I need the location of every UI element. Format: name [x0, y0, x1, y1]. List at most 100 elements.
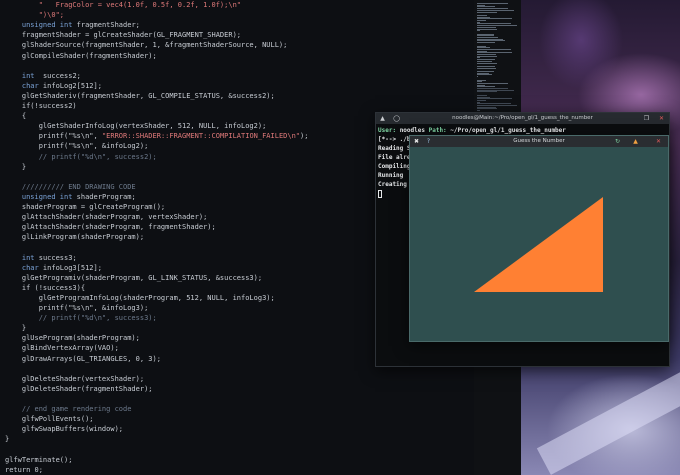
path-value: ~/Pro/open_gl/1_guess_the_number	[450, 127, 566, 134]
code-token: printf("%s\n", &infoLog3);	[5, 304, 149, 312]
code-line: glAttachShader(shaderProgram, fragmentSh…	[5, 222, 216, 232]
terminal-line-user: User: noodles Path: ~/Pro/open_gl/1_gues…	[378, 126, 667, 135]
code-token: glAttachShader(shaderProgram, fragmentSh…	[5, 223, 216, 232]
code-line: glfwSwapBuffers(window);	[5, 424, 123, 434]
code-line: glGetProgramiv(shaderProgram, GL_LINK_ST…	[5, 273, 262, 283]
code-token: glAttachShader(shaderProgram, vertexShad…	[5, 213, 208, 222]
code-line: glLinkProgram(shaderProgram);	[5, 232, 144, 242]
path-label: Path:	[428, 127, 447, 134]
code-token: fragmentShader = glCreateShader(GL_FRAGM…	[5, 31, 242, 40]
code-line: printf("%s\n", &infoLog2);	[5, 141, 149, 151]
code-line: " FragColor = vec4(1.0f, 0.5f, 0.2f, 1.0…	[5, 0, 241, 10]
code-line: shaderProgram = glCreateProgram();	[5, 202, 165, 212]
minimap-line	[477, 74, 493, 76]
code-token: // printf("%d\n", success3);	[5, 314, 157, 323]
code-line: }	[5, 323, 26, 333]
code-token: glGetProgramiv(shaderProgram, GL_LINK_ST…	[5, 273, 263, 282]
code-token: glDeleteShader(fragmentShader);	[5, 384, 153, 393]
terminal-cursor	[378, 189, 382, 198]
gl-clear-background	[410, 147, 668, 341]
code-token: printf("%s\n",	[5, 132, 102, 141]
code-token: glGetShaderiv(fragmentShader, GL_COMPILE…	[5, 91, 275, 100]
terminal-titlebar[interactable]: ▲ ◯ noodles@Main:~/Pro/open_gl/1_guess_t…	[376, 113, 669, 124]
code-token: ////////// END DRAWING CODE	[5, 182, 136, 191]
code-line: glCompileShader(fragmentShader);	[5, 51, 157, 61]
minimap-line	[477, 67, 497, 69]
code-line: glfwTerminate();	[5, 455, 72, 465]
warning-icon[interactable]: ▲	[632, 138, 639, 145]
code-token: ")\0";	[5, 11, 65, 20]
code-token: return 0;	[5, 465, 43, 474]
code-token: glGetShaderInfoLog(vertexShader, 512, NU…	[5, 122, 267, 131]
code-line: glGetProgramInfoLog(shaderProgram, 512, …	[5, 293, 275, 303]
code-line: unsigned int shaderProgram;	[5, 192, 136, 202]
minimap-line	[477, 62, 498, 64]
code-token: printf("%s\n", &infoLog2);	[5, 142, 149, 151]
code-line: char infoLog3[512];	[5, 263, 102, 273]
user-value: noodles	[399, 127, 425, 134]
close-icon[interactable]: ✕	[658, 115, 665, 122]
code-line: glDrawArrays(GL_TRIANGLES, 0, 3);	[5, 354, 161, 364]
code-line: fragmentShader = glCreateShader(GL_FRAGM…	[5, 30, 241, 40]
code-line: // printf("%d\n", success2);	[5, 152, 157, 162]
code-line: printf("%s\n", &infoLog3);	[5, 303, 149, 313]
code-line: }	[5, 434, 9, 444]
code-line: glAttachShader(shaderProgram, vertexShad…	[5, 212, 207, 222]
code-line: glShaderSource(fragmentShader, 1, &fragm…	[5, 40, 288, 50]
code-token: infoLog3[512];	[38, 263, 102, 272]
code-line: glGetShaderiv(fragmentShader, GL_COMPILE…	[5, 91, 275, 101]
opengl-window[interactable]: ✖ ? Guess the Number ↻ ▲ ✕	[409, 135, 669, 342]
opengl-titlebar[interactable]: ✖ ? Guess the Number ↻ ▲ ✕	[410, 136, 668, 147]
code-line: glDeleteShader(vertexShader);	[5, 374, 144, 384]
code-token: if (!success3){	[5, 283, 86, 292]
code-token: glShaderSource(fragmentShader, 1, &fragm…	[5, 41, 288, 50]
code-token: }	[5, 162, 27, 171]
code-token: " FragColor = vec4(1.0f, 0.5f, 0.2f, 1.0…	[5, 1, 242, 9]
code-token: unsigned int	[21, 21, 73, 30]
code-line: glUseProgram(shaderProgram);	[5, 333, 140, 343]
code-token: {	[5, 112, 27, 121]
code-line: unsigned int fragmentShader;	[5, 20, 140, 30]
refresh-icon[interactable]: ↻	[614, 138, 621, 145]
code-token: // printf("%d\n", success2);	[5, 152, 157, 161]
code-line: }	[5, 162, 26, 172]
code-token: char	[21, 81, 39, 90]
code-line: int success3;	[5, 253, 77, 263]
code-token: glfwPollEvents();	[5, 415, 94, 424]
code-token: glfwSwapBuffers(window);	[5, 425, 124, 434]
minimap-line	[477, 110, 480, 112]
minimap-line	[477, 11, 497, 13]
close-icon[interactable]: ✕	[655, 138, 662, 145]
code-token: "ERROR::SHADER::FRAGMENT::COMPILATION_FA…	[101, 132, 301, 141]
minimap-line	[477, 91, 497, 93]
code-line: glDeleteShader(fragmentShader);	[5, 384, 153, 394]
code-token: unsigned int	[21, 192, 73, 201]
code-line: printf("%s\n", "ERROR::SHADER::FRAGMENT:…	[5, 131, 309, 141]
minimap-line	[477, 30, 480, 32]
code-token: int	[21, 71, 35, 80]
opengl-canvas[interactable]	[410, 147, 668, 341]
code-token: }	[5, 324, 27, 333]
code-token: fragmentShader;	[72, 21, 140, 30]
restore-icon[interactable]: ❐	[643, 115, 650, 122]
minimap-line	[477, 108, 497, 110]
code-line: ")\0";	[5, 10, 64, 20]
code-line: // end game rendering code	[5, 404, 132, 414]
code-token: glDrawArrays(GL_TRIANGLES, 0, 3);	[5, 354, 161, 363]
code-token: success3;	[34, 253, 77, 262]
code-token: glGetProgramInfoLog(shaderProgram, 512, …	[5, 293, 275, 302]
code-token: glBindVertexArray(VAO);	[5, 344, 119, 353]
code-token: if(!success2)	[5, 102, 77, 110]
code-token: glLinkProgram(shaderProgram);	[5, 233, 145, 242]
minimap-line	[477, 42, 496, 44]
code-line: ////////// END DRAWING CODE	[5, 182, 136, 192]
code-token: // end game rendering code	[5, 405, 132, 413]
code-token: shaderProgram = glCreateProgram();	[5, 203, 166, 211]
terminal-title: noodles@Main:~/Pro/open_gl/1_guess_the_n…	[452, 115, 593, 121]
code-line: if (!success3){	[5, 283, 85, 293]
